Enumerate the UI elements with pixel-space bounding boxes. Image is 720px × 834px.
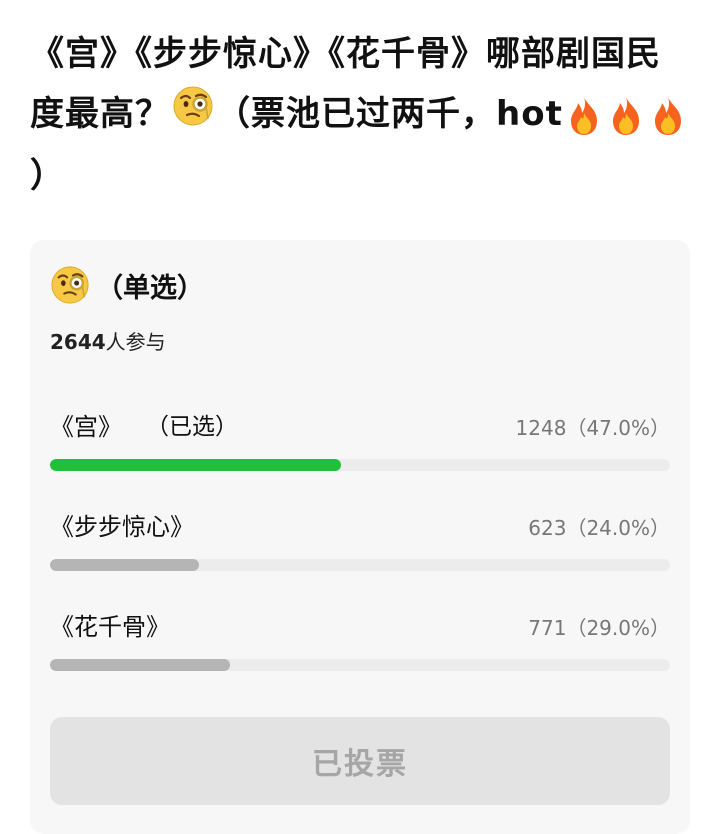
option-label: 《步步惊心》 xyxy=(50,506,194,542)
participants-number: 2644 xyxy=(50,330,106,354)
post-title-text-part2: （票池已过两千，hot xyxy=(216,94,563,134)
option-title: 《花千骨》 xyxy=(50,612,170,641)
poll-option-huaqiangu[interactable]: 《花千骨》 771（29.0%） xyxy=(50,606,670,676)
fire-icon xyxy=(607,95,645,137)
option-votes: 1248 xyxy=(515,416,567,440)
option-label: 《花千骨》 xyxy=(50,606,170,642)
post-title: 《宫》《步步惊心》《花千骨》哪部剧国民度最高？ （票池已过两千，hot） xyxy=(30,24,690,206)
fire-icon xyxy=(649,95,687,137)
option-label: 《宫》 （已选） xyxy=(50,406,238,442)
post-title-text-part3: ） xyxy=(30,156,65,196)
option-stat: 1248（47.0%） xyxy=(516,412,670,441)
monocle-face-icon xyxy=(50,265,90,305)
monocle-face-icon xyxy=(172,85,214,146)
option-stat: 771（29.0%） xyxy=(528,612,670,641)
progress-bar-fill xyxy=(50,459,342,471)
progress-bar-fill xyxy=(50,559,199,571)
selected-tag: （已选） xyxy=(146,414,238,440)
progress-track xyxy=(50,659,670,671)
poll-header: （单选） xyxy=(50,264,204,306)
poll-type-label: （单选） xyxy=(96,272,204,304)
progress-track xyxy=(50,459,670,471)
option-stat: 623（24.0%） xyxy=(528,512,670,541)
fire-icon xyxy=(565,95,603,137)
progress-bar-fill xyxy=(50,659,230,671)
poll-option-bubujingxin[interactable]: 《步步惊心》 623（24.0%） xyxy=(50,506,670,576)
option-title: 《宫》 xyxy=(50,412,122,441)
option-title: 《步步惊心》 xyxy=(50,512,194,541)
participants-suffix: 人参与 xyxy=(105,330,166,354)
option-percent: （47.0%） xyxy=(566,416,670,440)
poll-card: （单选） 2644 人参与 《宫》 （已选） 1248（47.0%） 《步步惊心》 xyxy=(30,240,690,834)
option-votes: 623 xyxy=(528,516,567,540)
progress-track xyxy=(50,559,670,571)
voted-button[interactable]: 已投票 xyxy=(50,717,670,805)
option-votes: 771 xyxy=(528,616,567,640)
option-percent: （29.0%） xyxy=(566,616,670,640)
poll-option-gong[interactable]: 《宫》 （已选） 1248（47.0%） xyxy=(50,406,670,476)
option-percent: （24.0%） xyxy=(566,516,670,540)
participants-count: 2644 人参与 xyxy=(50,326,166,355)
poll-post-page: 《宫》《步步惊心》《花千骨》哪部剧国民度最高？ （票池已过两千，hot） （单选… xyxy=(0,0,720,834)
